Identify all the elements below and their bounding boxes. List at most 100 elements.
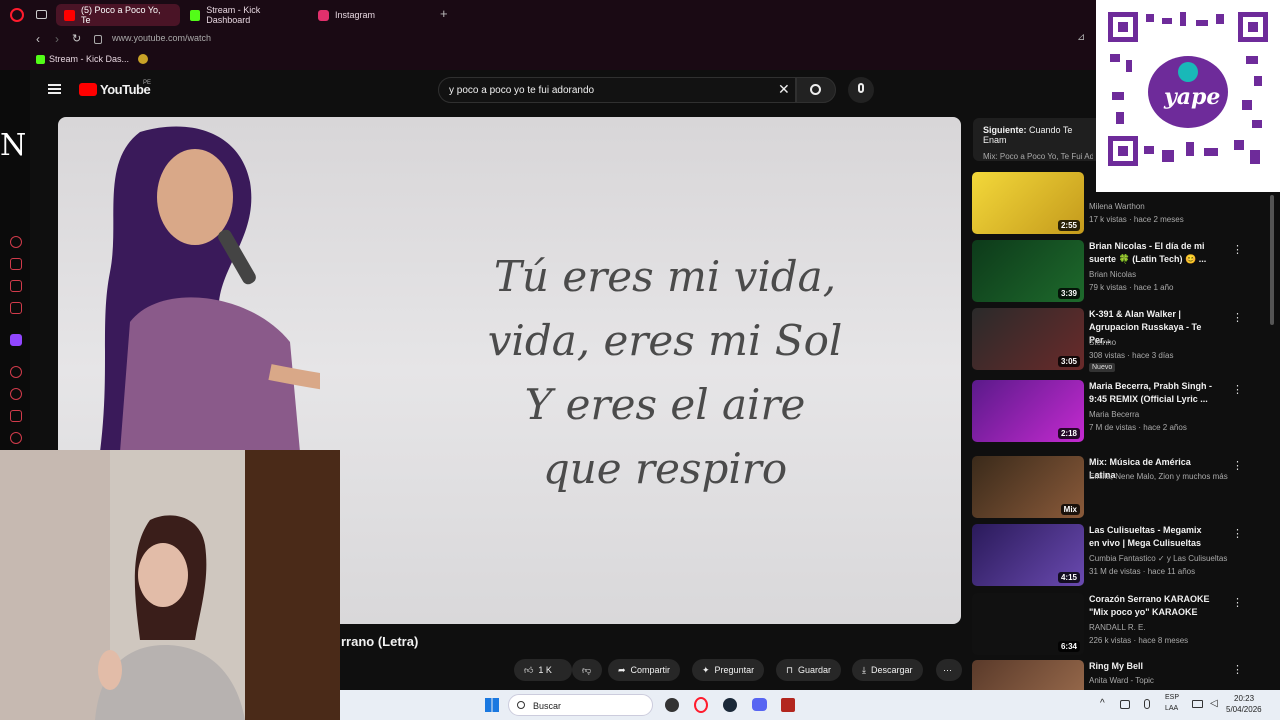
youtube-logo-icon[interactable] xyxy=(79,83,97,96)
ask-label: Preguntar xyxy=(714,665,755,675)
new-badge: Nuevo xyxy=(1089,363,1116,372)
more-options-icon[interactable]: ⋮ xyxy=(1232,527,1243,540)
more-icon: ⋯ xyxy=(943,664,952,675)
tab-instagram[interactable]: Instagram xyxy=(310,4,430,26)
yape-qr-code: yape xyxy=(1096,0,1280,192)
app-red-icon[interactable] xyxy=(781,698,795,712)
sidebar-history-icon[interactable] xyxy=(10,388,22,400)
more-options-icon[interactable]: ⋮ xyxy=(1232,383,1243,396)
address-bar: ‹ › ↻ www.youtube.com/watch ⊿ xyxy=(0,30,1280,50)
forward-icon[interactable]: › xyxy=(55,32,59,46)
bookmarks-bar: Stream - Kick Das... xyxy=(0,50,1280,70)
list-item[interactable]: 4:15 Las Culisueltas - Megamix en vivo |… xyxy=(972,524,1262,586)
like-button[interactable]: 👍︎ 1 K xyxy=(514,659,572,681)
webcam-overlay xyxy=(0,450,340,720)
download-label: Descargar xyxy=(870,665,913,675)
ask-button[interactable]: ✦ Preguntar xyxy=(692,659,765,681)
list-item[interactable]: Ring My Bell Anita Ward - Topic ⋮ xyxy=(972,660,1262,690)
reload-icon[interactable]: ↻ xyxy=(72,32,81,45)
recommendation-channel: Maria Becerra xyxy=(1089,410,1140,419)
instagram-favicon-icon xyxy=(318,9,329,21)
tray-volume-icon[interactable]: ◁ xyxy=(1210,698,1218,709)
search-query: y poco a poco yo te fui adorando xyxy=(449,84,595,96)
tab-label: (5) Poco a Poco Yo, Te xyxy=(80,5,161,25)
recommendation-meta: 31 M de vistas · hace 11 años xyxy=(1089,567,1196,576)
share-button[interactable]: ➦ Compartir xyxy=(608,659,681,681)
list-item[interactable]: Mix Mix: Música de América Latina Emilia… xyxy=(972,456,1262,518)
scrollbar[interactable] xyxy=(1270,195,1274,325)
next-label: Siguiente: xyxy=(983,125,1027,135)
bookmark-emoji-icon[interactable] xyxy=(138,54,148,64)
list-item[interactable]: 2:18 Maria Becerra, Prabh Singh - 9:45 R… xyxy=(972,380,1262,442)
like-count: 1 K xyxy=(538,665,552,675)
tab-manager-icon[interactable] xyxy=(36,10,47,19)
singer-image xyxy=(100,126,320,452)
sidebar-player-icon[interactable] xyxy=(10,366,22,378)
list-item[interactable]: 3:05 K-391 & Alan Walker | Agrupacion Ru… xyxy=(972,308,1262,372)
up-next-panel[interactable]: Siguiente: Cuando Te Enam Mix: Poco a Po… xyxy=(973,118,1103,161)
sidebar-wallet-icon[interactable] xyxy=(10,302,22,314)
tray-network-icon[interactable] xyxy=(1120,700,1130,709)
recommendation-title: Las Culisueltas - Megamix en vivo | Mega… xyxy=(1089,525,1202,548)
more-options-icon[interactable]: ⋮ xyxy=(1232,311,1243,324)
menu-icon[interactable] xyxy=(48,84,61,94)
more-options-icon[interactable]: ⋮ xyxy=(1232,663,1243,676)
back-icon[interactable]: ‹ xyxy=(36,32,40,46)
more-options-icon[interactable]: ⋮ xyxy=(1232,459,1243,472)
clock-time[interactable]: 20:23 xyxy=(1234,694,1254,703)
clear-search-icon[interactable]: ✕ xyxy=(778,81,790,98)
search-button[interactable] xyxy=(796,77,836,103)
discord-app-icon[interactable] xyxy=(752,698,767,711)
sidebar-settings-icon[interactable] xyxy=(10,432,22,444)
tab-youtube[interactable]: (5) Poco a Poco Yo, Te xyxy=(56,4,180,26)
kick-bookmark-icon xyxy=(36,55,45,64)
duration: 2:18 xyxy=(1057,428,1080,439)
list-item[interactable]: 3:39 Brian Nicolas - El día de mi suerte… xyxy=(972,240,1262,302)
video-thumbnail: 2:55 xyxy=(972,172,1084,234)
yape-logo-text: yape xyxy=(1164,84,1221,110)
save-button[interactable]: ⊓ Guardar xyxy=(776,659,842,681)
duration: 6:34 xyxy=(1057,641,1080,652)
recommendation-meta: 308 vistas · hace 3 días xyxy=(1089,351,1174,360)
url-field[interactable]: www.youtube.com/watch xyxy=(112,33,211,43)
pin-icon[interactable]: ⊿ xyxy=(1077,32,1085,43)
taskbar-search-label: Buscar xyxy=(533,701,562,711)
opera-logo-icon[interactable] xyxy=(10,8,24,22)
new-tab-icon[interactable]: + xyxy=(440,6,448,21)
sidebar-twitch-icon[interactable] xyxy=(10,334,22,346)
duration: 2:55 xyxy=(1057,220,1080,231)
app-generic-icon[interactable] xyxy=(665,698,679,712)
recommendation-meta: 7 M de vistas · hace 2 años xyxy=(1089,423,1187,432)
sidebar-shop-icon[interactable] xyxy=(10,258,22,270)
tray-display-icon[interactable] xyxy=(1192,700,1203,708)
video-thumbnail: 4:15 xyxy=(972,524,1084,586)
lyric-line: Y eres el aire xyxy=(524,380,806,429)
recommendation-channel: Milena Warthon xyxy=(1089,202,1145,211)
dislike-button[interactable]: 👎︎ xyxy=(572,659,602,681)
steam-app-icon[interactable] xyxy=(723,698,737,712)
download-button[interactable]: ⤓ Descargar xyxy=(852,659,923,681)
overlay-letter: N xyxy=(0,128,27,163)
thumbs-up-icon: 👍︎ xyxy=(524,664,534,675)
sidebar-extensions-icon[interactable] xyxy=(10,410,22,422)
more-options-icon[interactable]: ⋮ xyxy=(1232,243,1243,256)
search-input[interactable]: y poco a poco yo te fui adorando xyxy=(438,77,796,103)
list-item[interactable]: 6:34 Corazón Serrano KARAOKE "Mix poco y… xyxy=(972,593,1262,655)
video-thumbnail xyxy=(972,660,1084,690)
taskbar-search[interactable]: Buscar xyxy=(508,694,653,716)
more-options-icon[interactable]: ⋮ xyxy=(1232,596,1243,609)
voice-search-button[interactable] xyxy=(848,77,874,103)
sidebar-aria-icon[interactable] xyxy=(10,236,22,248)
tab-kick[interactable]: Stream - Kick Dashboard xyxy=(182,4,308,26)
tray-mic-icon[interactable] xyxy=(1144,699,1150,709)
windows-start-icon[interactable] xyxy=(485,698,499,712)
duration: 4:15 xyxy=(1057,572,1080,583)
bookmark-kick[interactable]: Stream - Kick Das... xyxy=(49,54,129,64)
input-language[interactable]: ESP xyxy=(1165,694,1179,701)
more-actions-button[interactable]: ⋯ xyxy=(936,659,962,681)
tray-chevron-icon[interactable]: ^ xyxy=(1100,698,1105,709)
sidebar-messenger-icon[interactable] xyxy=(10,280,22,292)
lock-icon xyxy=(94,35,102,44)
share-label: Compartir xyxy=(630,665,671,675)
opera-app-icon[interactable] xyxy=(694,697,708,713)
